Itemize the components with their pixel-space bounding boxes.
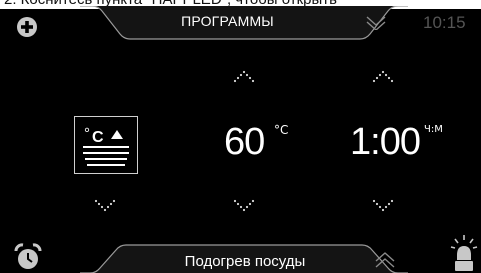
program-selector[interactable]: ° C bbox=[74, 116, 138, 174]
svg-text:C: C bbox=[92, 129, 104, 146]
temperature-decrease-icon[interactable] bbox=[231, 199, 257, 213]
program-dish-warming-icon: ° C bbox=[83, 125, 129, 166]
light-icon[interactable] bbox=[450, 235, 478, 273]
duration-unit: Ч:М bbox=[424, 124, 443, 135]
alarm-clock-icon[interactable] bbox=[14, 243, 42, 271]
program-name-tab[interactable]: Подогрев посуды bbox=[80, 244, 408, 273]
duration-increase-icon[interactable] bbox=[370, 70, 396, 84]
temperature-unit: °C bbox=[274, 123, 289, 137]
programs-tab[interactable]: ПРОГРАММЫ bbox=[80, 6, 408, 40]
temperature-increase-icon[interactable] bbox=[231, 70, 257, 84]
plus-icon[interactable] bbox=[16, 16, 38, 38]
program-name-label: Подогрев посуды bbox=[184, 253, 306, 270]
svg-text:°: ° bbox=[84, 125, 90, 142]
duration-decrease-icon[interactable] bbox=[370, 199, 396, 213]
program-next-icon[interactable] bbox=[92, 199, 118, 213]
chevron-up-icon[interactable] bbox=[373, 251, 397, 269]
duration-value[interactable]: 1:00 bbox=[350, 121, 421, 164]
chevron-down-icon[interactable] bbox=[364, 14, 388, 30]
programs-tab-label: ПРОГРАММЫ bbox=[181, 13, 274, 29]
clock-time: 10:15 bbox=[423, 13, 466, 32]
temperature-value[interactable]: 60 bbox=[224, 121, 265, 164]
